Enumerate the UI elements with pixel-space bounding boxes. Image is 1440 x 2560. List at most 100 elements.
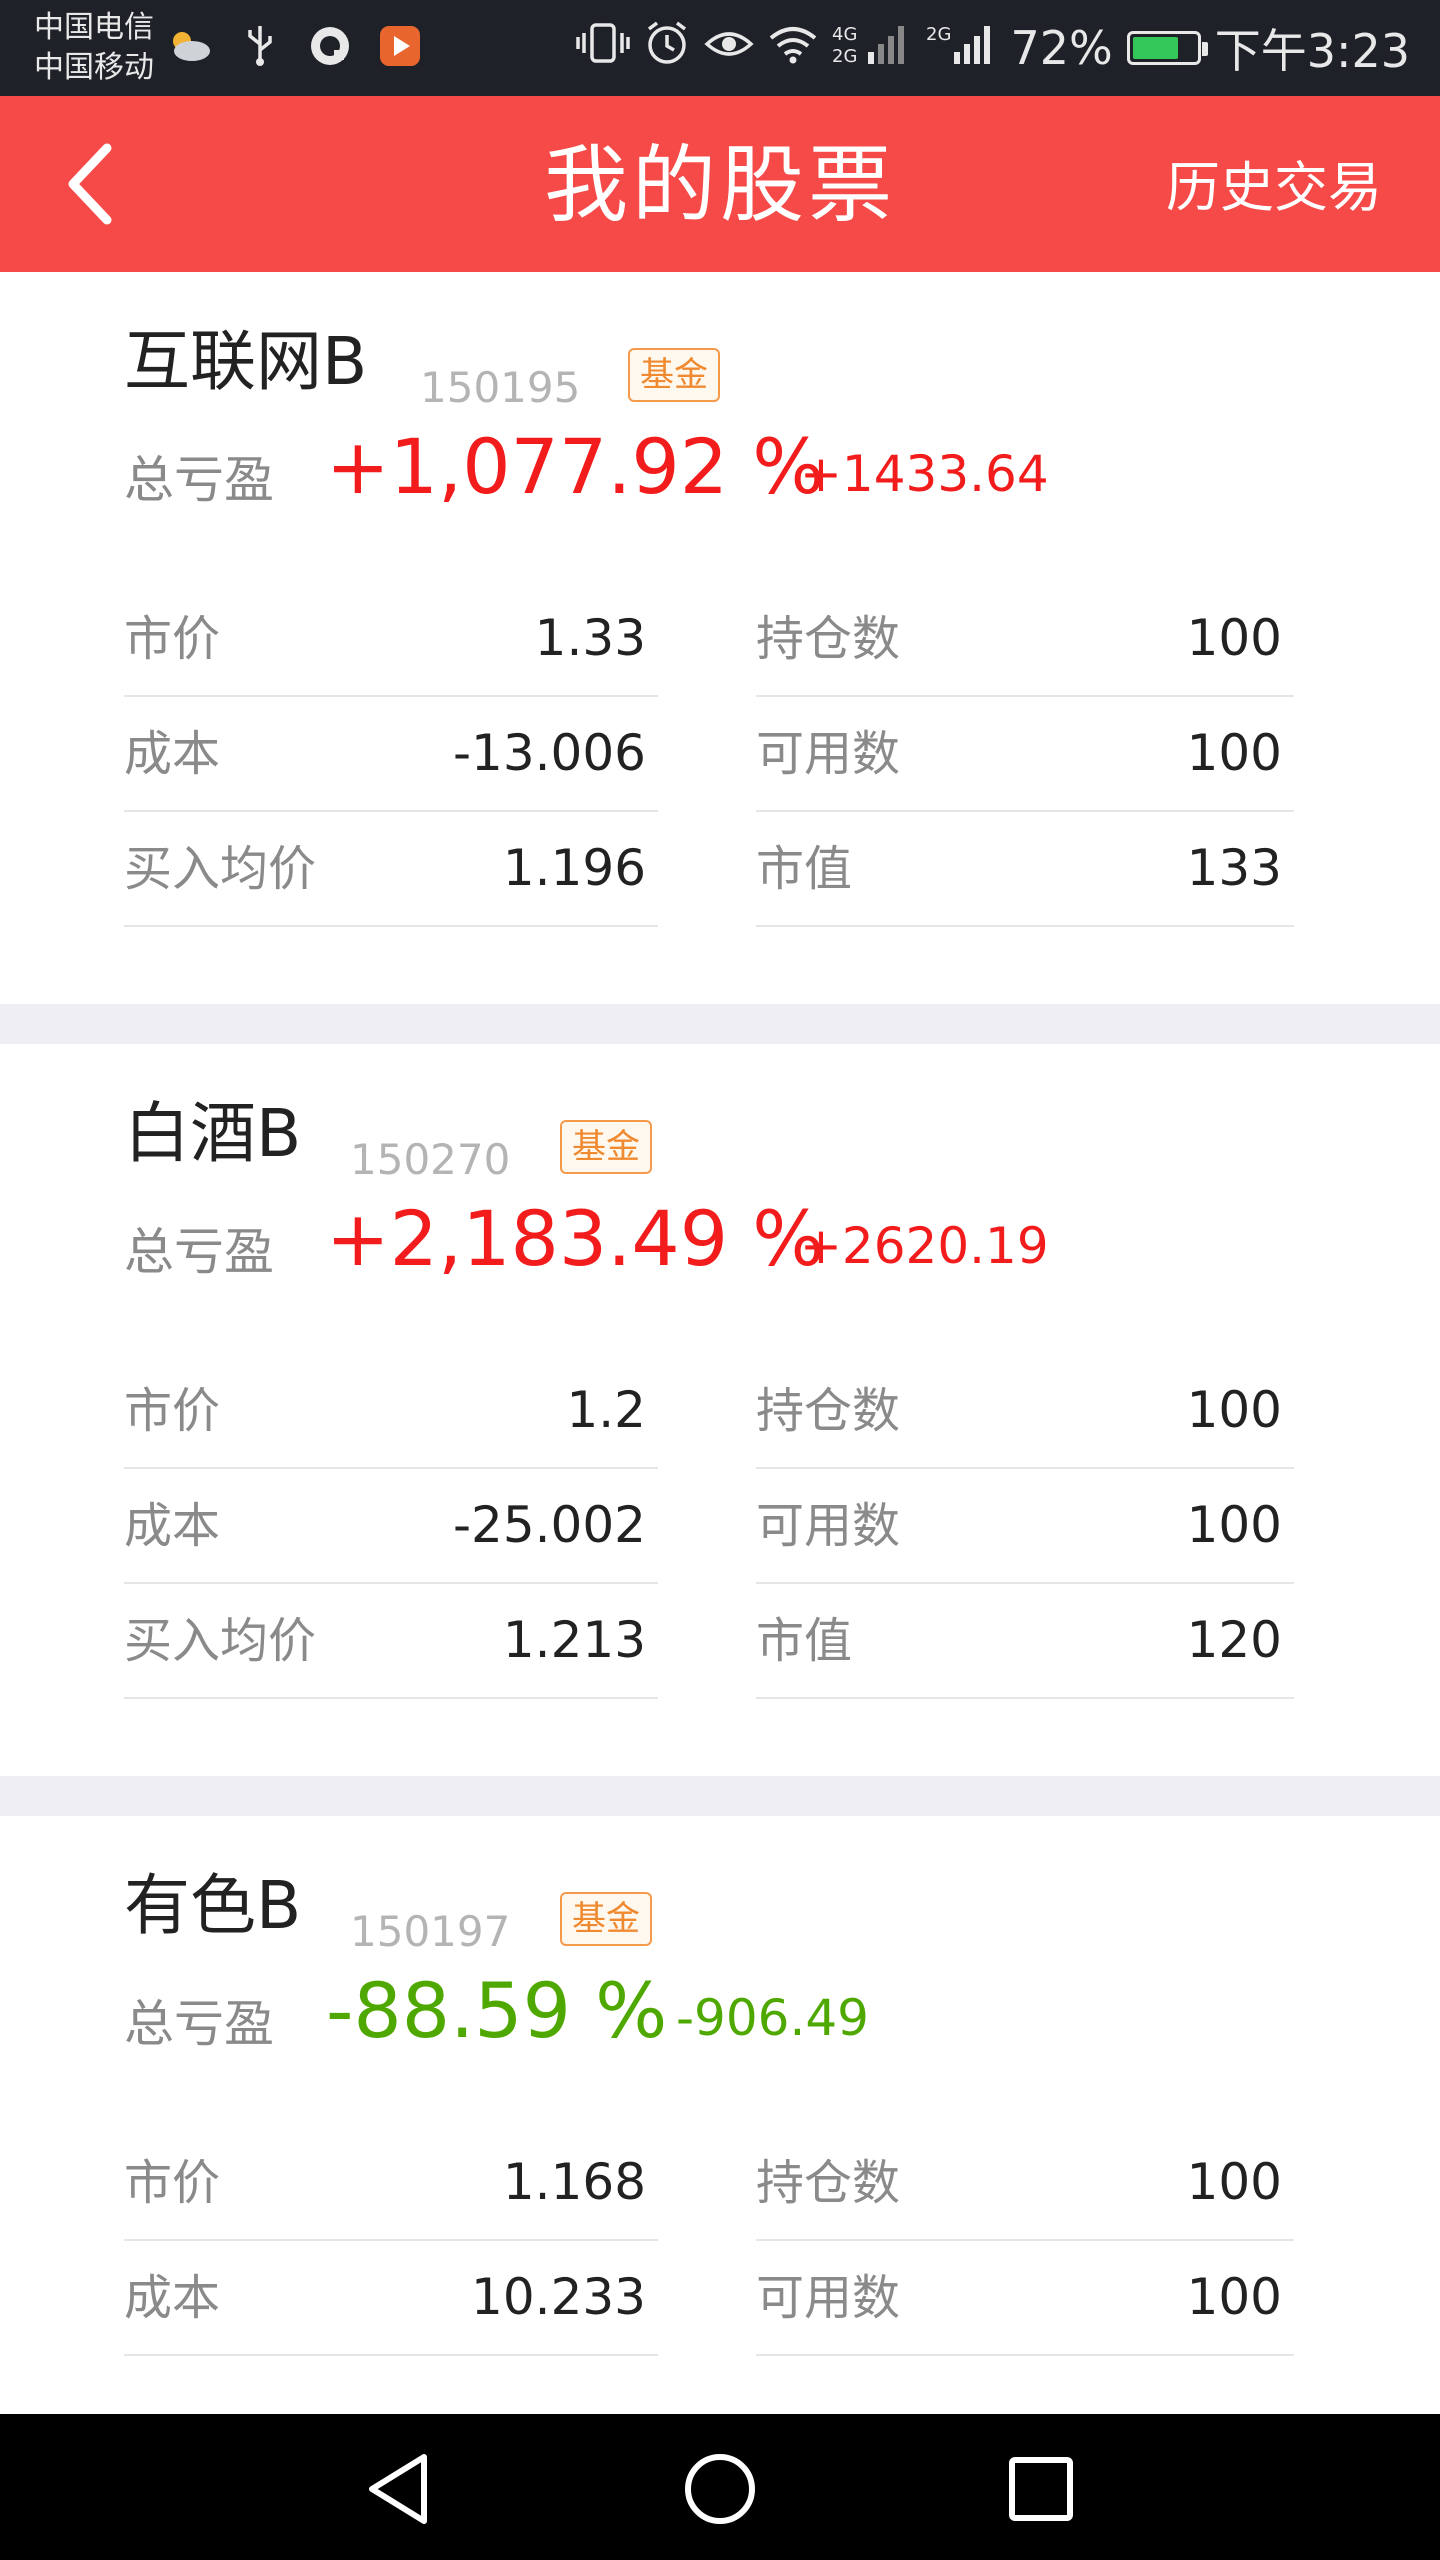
cost-label: 成本 [124, 726, 221, 782]
fund-tag: 基金 [560, 1892, 652, 1946]
alarm-icon [644, 20, 690, 77]
svg-text:4G: 4G [832, 24, 857, 45]
cost-value: 10.233 [471, 2268, 646, 2326]
svg-text:2G: 2G [832, 46, 857, 66]
carrier-2: 中国移动 [34, 50, 154, 85]
total-pl-percent: +1,077.92 % [326, 422, 825, 511]
avg-buy-price-value: 1.213 [502, 1611, 646, 1669]
market-price-cell: 市价 1.168 [124, 2126, 658, 2241]
position-cell: 持仓数 100 [756, 582, 1294, 697]
position-label: 持仓数 [756, 1383, 901, 1439]
total-pl-amount: -906.49 [676, 1989, 869, 2047]
avg-buy-price-label: 买入均价 [124, 1613, 317, 1669]
play-app-icon [378, 24, 422, 68]
market-value-value: 133 [1186, 839, 1282, 897]
market-value-value: 120 [1186, 1611, 1282, 1669]
cost-label: 成本 [124, 2270, 221, 2326]
cost-value: -13.006 [453, 724, 646, 782]
market-price-label: 市价 [124, 2155, 221, 2211]
system-status: 4G 2G 2G 72% 下午3:23 [576, 16, 1410, 80]
card-divider [0, 1776, 1440, 1816]
battery-percent: 72% [1010, 21, 1113, 75]
total-pl-amount: +2620.19 [800, 1217, 1049, 1275]
position-cell: 持仓数 100 [756, 1354, 1294, 1469]
svg-text:2G: 2G [926, 24, 951, 45]
available-label: 可用数 [756, 2270, 901, 2326]
market-price-label: 市价 [124, 1383, 221, 1439]
market-price-label: 市价 [124, 611, 221, 667]
position-value: 100 [1186, 609, 1282, 667]
position-label: 持仓数 [756, 2155, 901, 2211]
available-cell: 可用数 100 [756, 2241, 1294, 2356]
carrier-names: 中国电信 中国移动 [34, 8, 154, 88]
fund-tag: 基金 [628, 348, 720, 402]
total-pl-label: 总亏盈 [124, 1995, 274, 2053]
card-divider [0, 1004, 1440, 1044]
avg-buy-price-cell: 买入均价 1.196 [124, 812, 658, 927]
status-bar: 中国电信 中国移动 4G 2G 2G 72% 下午3:23 [0, 0, 1440, 96]
vibrate-icon [576, 21, 631, 76]
available-label: 可用数 [756, 1498, 901, 1554]
stock-name: 白酒B [124, 1095, 302, 1172]
nav-home-button[interactable] [675, 2444, 765, 2534]
avg-buy-price-label: 买入均价 [124, 841, 317, 897]
clock: 下午3:23 [1214, 24, 1410, 78]
position-value: 100 [1186, 1381, 1282, 1439]
stock-card[interactable]: 白酒B 150270 基金 总亏盈 +2,183.49 % +2620.19 市… [0, 1044, 1440, 1776]
qq-icon [308, 24, 352, 68]
wifi-icon [768, 21, 818, 75]
title-bar: 我的股票 历史交易 [0, 96, 1440, 272]
available-value: 100 [1186, 724, 1282, 782]
market-price-cell: 市价 1.2 [124, 1354, 658, 1469]
notification-icons [168, 24, 422, 68]
stock-code: 150195 [420, 363, 581, 412]
market-value-cell: 市值 120 [756, 1584, 1294, 1699]
market-value-label: 市值 [756, 1613, 853, 1669]
cloud-icon [168, 24, 212, 68]
stock-name: 互联网B [124, 323, 368, 400]
eye-icon [704, 21, 755, 75]
navigation-bar [0, 2414, 1440, 2560]
market-value-cell: 市值 133 [756, 812, 1294, 927]
back-triangle-icon [369, 2454, 427, 2524]
available-cell: 可用数 100 [756, 1469, 1294, 1584]
nav-recents-button[interactable] [996, 2444, 1086, 2534]
position-cell: 持仓数 100 [756, 2126, 1294, 2241]
market-price-cell: 市价 1.33 [124, 582, 658, 697]
available-value: 100 [1186, 1496, 1282, 1554]
position-value: 100 [1186, 2153, 1282, 2211]
stock-card[interactable]: 有色B 150197 基金 总亏盈 -88.59 % -906.49 市价 1.1… [0, 1816, 1440, 2414]
available-cell: 可用数 100 [756, 697, 1294, 812]
total-pl-percent: -88.59 % [326, 1966, 668, 2055]
cost-value: -25.002 [453, 1496, 646, 1554]
nav-back-button[interactable] [354, 2444, 444, 2534]
recents-square-icon [1009, 2457, 1073, 2521]
battery-icon [1126, 31, 1208, 65]
stock-card[interactable]: 互联网B 150195 基金 总亏盈 +1,077.92 % +1433.64 … [0, 272, 1440, 1004]
avg-buy-price-value: 1.196 [502, 839, 646, 897]
total-pl-label: 总亏盈 [124, 1223, 274, 1281]
stock-name: 有色B [124, 1867, 302, 1944]
cost-cell: 成本 -13.006 [124, 697, 658, 812]
cost-cell: 成本 10.233 [124, 2241, 658, 2356]
total-pl-percent: +2,183.49 % [326, 1194, 825, 1283]
market-price-value: 1.33 [534, 609, 646, 667]
stock-list: 互联网B 150195 基金 总亏盈 +1,077.92 % +1433.64 … [0, 272, 1440, 2414]
available-value: 100 [1186, 2268, 1282, 2326]
avg-buy-price-cell: 买入均价 1.213 [124, 1584, 658, 1699]
cost-cell: 成本 -25.002 [124, 1469, 658, 1584]
market-price-value: 1.168 [502, 2153, 646, 2211]
stock-code: 150270 [350, 1135, 511, 1184]
stock-code: 150197 [350, 1907, 511, 1956]
market-price-value: 1.2 [566, 1381, 646, 1439]
carrier-1: 中国电信 [34, 10, 154, 45]
total-pl-amount: +1433.64 [800, 445, 1049, 503]
signal-2g-icon: 2G [926, 20, 996, 77]
fund-tag: 基金 [560, 1120, 652, 1174]
home-circle-icon [685, 2454, 755, 2524]
total-pl-label: 总亏盈 [124, 451, 274, 509]
position-label: 持仓数 [756, 611, 901, 667]
history-trades-button[interactable]: 历史交易 [1166, 156, 1382, 220]
cost-label: 成本 [124, 1498, 221, 1554]
usb-icon [238, 24, 282, 68]
